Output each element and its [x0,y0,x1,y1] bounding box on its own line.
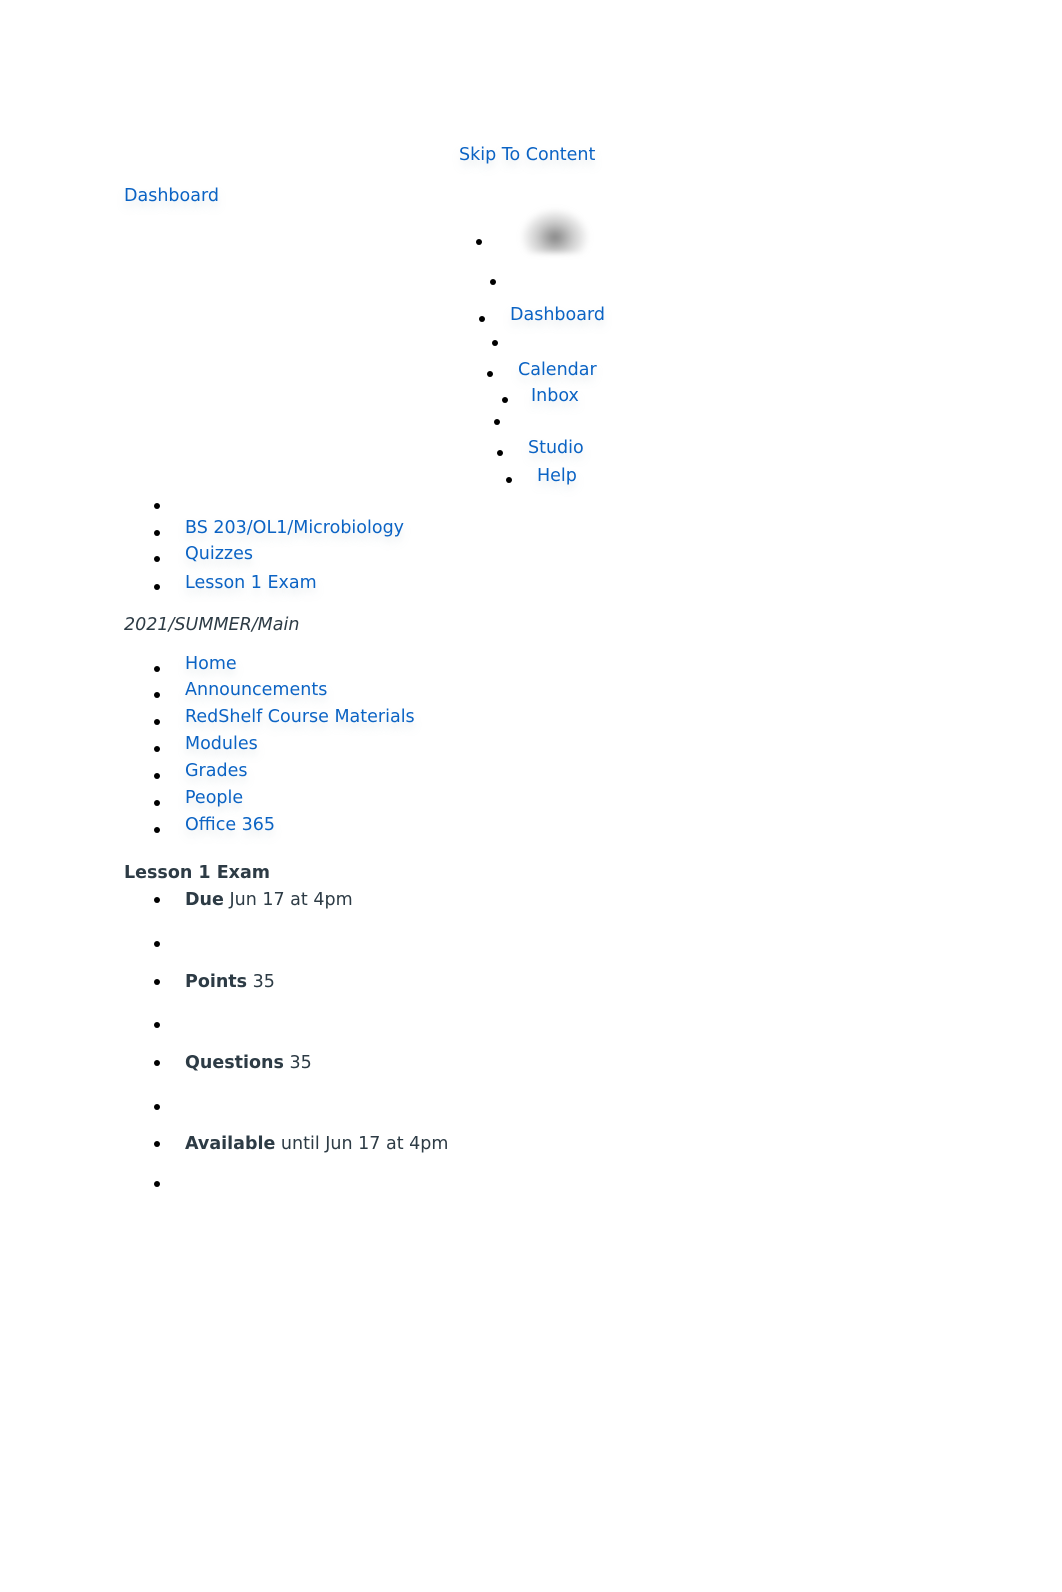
bullet [497,450,503,456]
course-nav-modules[interactable]: Modules [185,734,258,754]
bullet [154,979,160,985]
course-nav-grades[interactable]: Grades [185,761,247,781]
course-nav-announcements[interactable]: Announcements [185,680,327,700]
bullet [154,897,160,903]
global-nav-history[interactable]: History [534,411,596,431]
bullet [154,1181,160,1187]
detail-label: Questions [185,1053,284,1073]
bullet [154,800,160,806]
bullet [487,371,493,377]
bullet [154,1104,160,1110]
global-nav-studio[interactable]: Studio [528,438,584,458]
bullet [154,1022,160,1028]
detail-label: Points [185,972,248,992]
detail-value: 35 [289,1053,312,1073]
bullet [154,773,160,779]
bullet [154,827,160,833]
bullet [154,719,160,725]
course-nav-people[interactable]: People [185,788,243,808]
bullet [154,746,160,752]
global-nav-inbox[interactable]: Inbox [531,386,579,406]
bullet [154,1141,160,1147]
bullet [502,397,508,403]
bullet [476,239,482,245]
quiz-title: Lesson 1 Exam [124,863,270,883]
course-nav-office-365[interactable]: Office 365 [185,815,275,835]
bullet [154,692,160,698]
user-avatar-icon[interactable] [520,208,590,253]
global-nav-help[interactable]: Help [537,466,577,486]
detail-value: until Jun 17 at 4pm [280,1134,449,1154]
detail-value: Jun 17 at 4pm [229,890,353,910]
breadcrumb-quizzes[interactable]: Quizzes [185,544,253,564]
bullet [494,419,500,425]
dashboard-logo-link[interactable]: Dashboard [124,186,219,206]
course-nav-redshelf[interactable]: RedShelf Course Materials [185,707,415,727]
bullet [154,666,160,672]
global-nav-courses[interactable]: Courses [530,331,600,351]
bullet [154,1060,160,1066]
skip-to-content-link[interactable]: Skip To Content [459,145,595,165]
bullet [154,941,160,947]
detail-label: Due [185,890,224,910]
breadcrumb-course[interactable]: BS 203/OL1/Microbiology [185,518,404,538]
bullet [492,340,498,346]
breadcrumb-lesson-1-exam[interactable]: Lesson 1 Exam [185,573,317,593]
bullet [154,556,160,562]
bullet [154,530,160,536]
bullet [154,503,160,509]
bullet [506,477,512,483]
global-nav-dashboard[interactable]: Dashboard [510,305,605,325]
bullet [154,584,160,590]
course-term: 2021/SUMMER/Main [124,615,300,635]
global-nav-calendar[interactable]: Calendar [518,360,597,380]
bullet [479,316,485,322]
detail-label: Available [185,1134,276,1154]
detail-value: 35 [252,972,275,992]
course-nav-home[interactable]: Home [185,654,237,674]
bullet [490,279,496,285]
